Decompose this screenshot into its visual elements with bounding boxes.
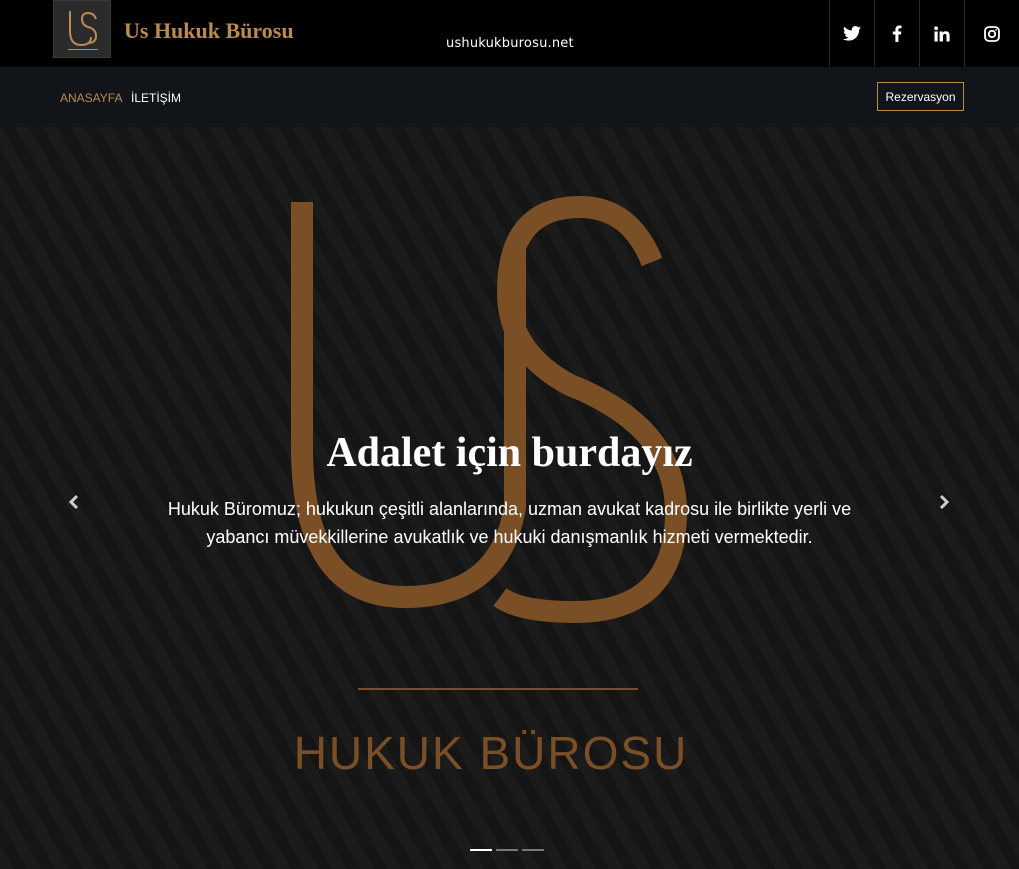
facebook-icon bbox=[892, 25, 902, 42]
carousel-indicator[interactable] bbox=[522, 849, 544, 851]
carousel-next-button[interactable] bbox=[929, 487, 959, 517]
linkedin-icon bbox=[934, 25, 950, 41]
linkedin-link[interactable] bbox=[919, 0, 964, 67]
hero-subtitle: Hukuk Büromuz; hukukun çeşitli alanların… bbox=[167, 499, 852, 547]
logo-caption: HUKUK BÜROSU bbox=[294, 727, 689, 779]
site-logo[interactable] bbox=[53, 0, 111, 58]
hero-carousel: HUKUK BÜROSU Adalet için burdayız Hukuk … bbox=[0, 127, 1019, 869]
chevron-left-icon bbox=[68, 494, 79, 510]
nav-contact-link[interactable]: İLETİŞİM bbox=[131, 91, 181, 105]
brand-name[interactable]: Us Hukuk Bürosu bbox=[124, 18, 294, 44]
site-domain: ushukukburosu.net bbox=[446, 36, 574, 51]
carousel-indicators bbox=[470, 849, 544, 851]
facebook-link[interactable] bbox=[874, 0, 919, 67]
nav-home-link[interactable]: ANASAYFA bbox=[60, 91, 122, 105]
hero-title: Adalet için burdayız bbox=[326, 430, 693, 476]
carousel-indicator[interactable] bbox=[470, 849, 492, 851]
instagram-link[interactable] bbox=[964, 0, 1019, 67]
social-links bbox=[829, 0, 1019, 67]
top-bar: Us Hukuk Bürosu ushukukburosu.net bbox=[0, 0, 1019, 67]
twitter-link[interactable] bbox=[829, 0, 874, 67]
carousel-prev-button[interactable] bbox=[59, 487, 89, 517]
logo-mark-icon bbox=[68, 11, 98, 50]
instagram-icon bbox=[984, 25, 1000, 42]
reservation-button[interactable]: Rezervasyon bbox=[877, 82, 964, 111]
chevron-right-icon bbox=[939, 494, 950, 510]
main-nav: ANASAYFA İLETİŞİM Rezervasyon bbox=[0, 67, 1019, 127]
twitter-icon bbox=[843, 26, 861, 41]
carousel-indicator[interactable] bbox=[496, 849, 518, 851]
